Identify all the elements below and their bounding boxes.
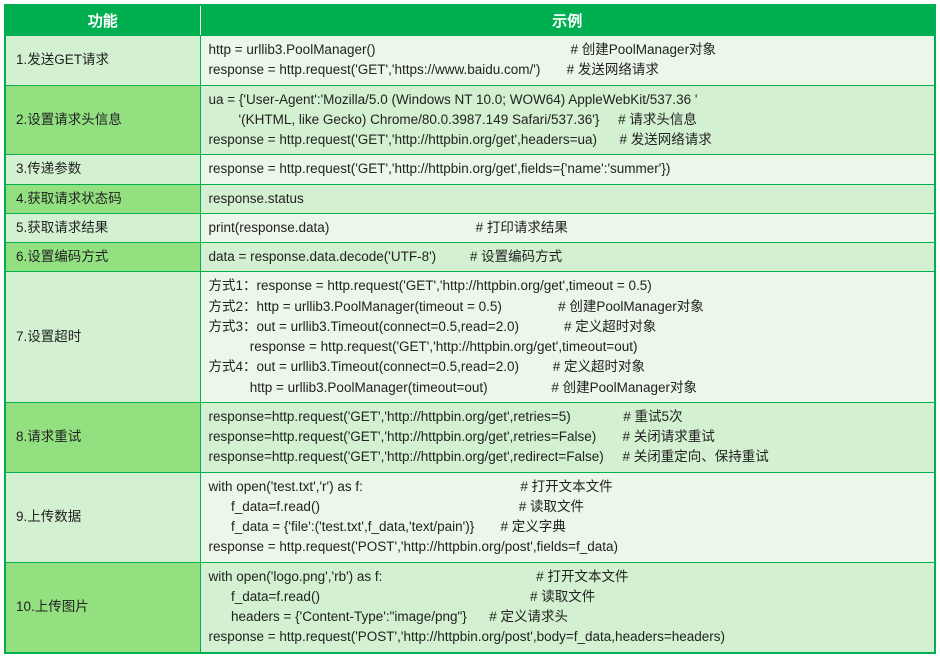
table-row: 1.发送GET请求 http = urllib3.PoolManager() #… — [5, 36, 935, 86]
table-row: 8.请求重试 response=http.request('GET','http… — [5, 402, 935, 472]
example-cell: response=http.request('GET','http://http… — [200, 402, 935, 472]
code-reference-table: 功能 示例 1.发送GET请求 http = urllib3.PoolManag… — [4, 4, 936, 654]
table-row: 4.获取请求状态码 response.status — [5, 184, 935, 213]
example-cell: print(response.data) # 打印请求结果 — [200, 213, 935, 242]
table-row: 7.设置超时 方式1：response = http.request('GET'… — [5, 272, 935, 403]
func-cell: 2.设置请求头信息 — [5, 85, 200, 155]
table-row: 3.传递参数 response = http.request('GET','ht… — [5, 155, 935, 184]
table-row: 9.上传数据 with open('test.txt','r') as f: #… — [5, 472, 935, 562]
example-cell: with open('logo.png','rb') as f: # 打开文本文… — [200, 562, 935, 653]
func-cell: 10.上传图片 — [5, 562, 200, 653]
table-header-row: 功能 示例 — [5, 5, 935, 36]
example-cell: 方式1：response = http.request('GET','http:… — [200, 272, 935, 403]
table-row: 6.设置编码方式 data = response.data.decode('UT… — [5, 243, 935, 272]
header-example: 示例 — [200, 5, 935, 36]
table-row: 10.上传图片 with open('logo.png','rb') as f:… — [5, 562, 935, 653]
example-cell: response = http.request('GET','http://ht… — [200, 155, 935, 184]
example-cell: http = urllib3.PoolManager() # 创建PoolMan… — [200, 36, 935, 86]
table-row: 5.获取请求结果 print(response.data) # 打印请求结果 — [5, 213, 935, 242]
example-cell: data = response.data.decode('UTF-8') # 设… — [200, 243, 935, 272]
func-cell: 3.传递参数 — [5, 155, 200, 184]
example-cell: ua = {'User-Agent':'Mozilla/5.0 (Windows… — [200, 85, 935, 155]
func-cell: 5.获取请求结果 — [5, 213, 200, 242]
func-cell: 9.上传数据 — [5, 472, 200, 562]
example-cell: response.status — [200, 184, 935, 213]
table-row: 2.设置请求头信息 ua = {'User-Agent':'Mozilla/5.… — [5, 85, 935, 155]
func-cell: 7.设置超时 — [5, 272, 200, 403]
table-body: 1.发送GET请求 http = urllib3.PoolManager() #… — [5, 36, 935, 653]
example-cell: with open('test.txt','r') as f: # 打开文本文件… — [200, 472, 935, 562]
func-cell: 1.发送GET请求 — [5, 36, 200, 86]
func-cell: 8.请求重试 — [5, 402, 200, 472]
func-cell: 6.设置编码方式 — [5, 243, 200, 272]
func-cell: 4.获取请求状态码 — [5, 184, 200, 213]
header-function: 功能 — [5, 5, 200, 36]
